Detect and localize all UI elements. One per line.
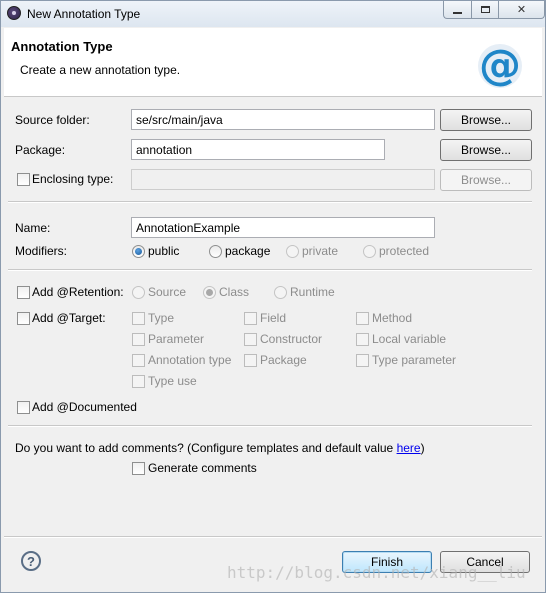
package-browse-button[interactable]: Browse... <box>440 139 532 161</box>
retention-runtime-label: Runtime <box>290 285 335 299</box>
separator <box>8 269 532 271</box>
comments-question-text: Do you want to add comments? (Configure … <box>15 441 397 455</box>
name-input[interactable]: AnnotationExample <box>131 217 435 238</box>
package-input[interactable]: annotation <box>131 139 385 160</box>
enclosing-type-browse-button[interactable]: Browse... <box>440 169 532 191</box>
target-type-use-checkbox[interactable] <box>132 375 145 388</box>
modifier-public-radio[interactable] <box>132 245 145 258</box>
retention-source-radio[interactable] <box>132 286 145 299</box>
footer-separator <box>4 536 542 538</box>
target-parameter-label: Parameter <box>148 332 205 346</box>
at-sign-glyph: @ <box>479 40 521 89</box>
window-title: New Annotation Type <box>27 7 141 21</box>
close-button[interactable]: ✕ <box>498 1 545 19</box>
comments-question: Do you want to add comments? (Configure … <box>15 441 425 455</box>
add-target-label: Add @Target: <box>32 311 106 325</box>
close-icon: ✕ <box>516 4 527 16</box>
modifier-package-radio[interactable] <box>209 245 222 258</box>
source-folder-input[interactable]: se/src/main/java <box>131 109 435 130</box>
target-local-variable-label: Local variable <box>372 332 447 346</box>
wizard-title: Annotation Type <box>11 39 113 54</box>
watermark-text: http://blog.csdn.net/xiang__liu <box>227 563 526 582</box>
add-target-checkbox[interactable] <box>17 312 30 325</box>
modifier-protected-label: protected <box>379 244 430 258</box>
retention-class-radio[interactable] <box>203 286 216 299</box>
minimize-button[interactable] <box>443 1 471 19</box>
target-type-label: Type <box>148 311 175 325</box>
add-documented-label: Add @Documented <box>32 400 137 414</box>
separator <box>8 201 532 203</box>
target-constructor-checkbox[interactable] <box>244 333 257 346</box>
title-bar[interactable]: New Annotation Type ✕ <box>1 1 545 27</box>
target-package-checkbox[interactable] <box>244 354 257 367</box>
eclipse-icon <box>7 6 21 20</box>
maximize-button[interactable] <box>471 1 498 19</box>
target-method-checkbox[interactable] <box>356 312 369 325</box>
modifier-public-label: public <box>148 244 180 258</box>
add-retention-label: Add @Retention: <box>32 285 124 299</box>
retention-class-label: Class <box>219 285 250 299</box>
modifier-private-label: private <box>302 244 339 258</box>
wizard-description: Create a new annotation type. <box>20 63 181 77</box>
target-type-parameter-checkbox[interactable] <box>356 354 369 367</box>
configure-templates-link[interactable]: here <box>397 441 421 455</box>
enclosing-type-input[interactable] <box>131 169 435 190</box>
modifier-package-label: package <box>225 244 271 258</box>
target-parameter-checkbox[interactable] <box>132 333 145 346</box>
modifier-protected-radio[interactable] <box>363 245 376 258</box>
generate-comments-label: Generate comments <box>148 461 257 475</box>
source-folder-browse-button[interactable]: Browse... <box>440 109 532 131</box>
window-controls: ✕ <box>443 1 545 19</box>
target-constructor-label: Constructor <box>260 332 323 346</box>
enclosing-type-label: Enclosing type: <box>32 172 114 186</box>
source-folder-label: Source folder: <box>15 113 90 127</box>
modifiers-label: Modifiers: <box>15 244 68 258</box>
minimize-icon <box>453 11 462 14</box>
separator <box>8 425 532 427</box>
target-annotation-type-label: Annotation type <box>148 353 232 367</box>
wizard-header: Annotation Type Create a new annotation … <box>4 28 542 97</box>
target-field-label: Field <box>260 311 287 325</box>
target-local-variable-checkbox[interactable] <box>356 333 369 346</box>
name-label: Name: <box>15 221 51 235</box>
generate-comments-checkbox[interactable] <box>132 462 145 475</box>
maximize-icon <box>480 6 490 13</box>
help-icon[interactable]: ? <box>21 551 41 571</box>
add-retention-checkbox[interactable] <box>17 286 30 299</box>
target-field-checkbox[interactable] <box>244 312 257 325</box>
comments-question-close: ) <box>420 441 425 455</box>
modifier-private-radio[interactable] <box>286 245 299 258</box>
add-documented-checkbox[interactable] <box>17 401 30 414</box>
dialog-window: New Annotation Type ✕ Annotation Type Cr… <box>0 0 546 593</box>
target-type-checkbox[interactable] <box>132 312 145 325</box>
target-package-label: Package <box>260 353 307 367</box>
target-annotation-type-checkbox[interactable] <box>132 354 145 367</box>
retention-runtime-radio[interactable] <box>274 286 287 299</box>
enclosing-type-checkbox[interactable] <box>17 173 30 186</box>
target-type-parameter-label: Type parameter <box>372 353 457 367</box>
package-label: Package: <box>15 143 66 157</box>
target-method-label: Method <box>372 311 413 325</box>
at-sign-icon: @ <box>478 40 522 89</box>
target-type-use-label: Type use <box>148 374 197 388</box>
retention-source-label: Source <box>148 285 187 299</box>
